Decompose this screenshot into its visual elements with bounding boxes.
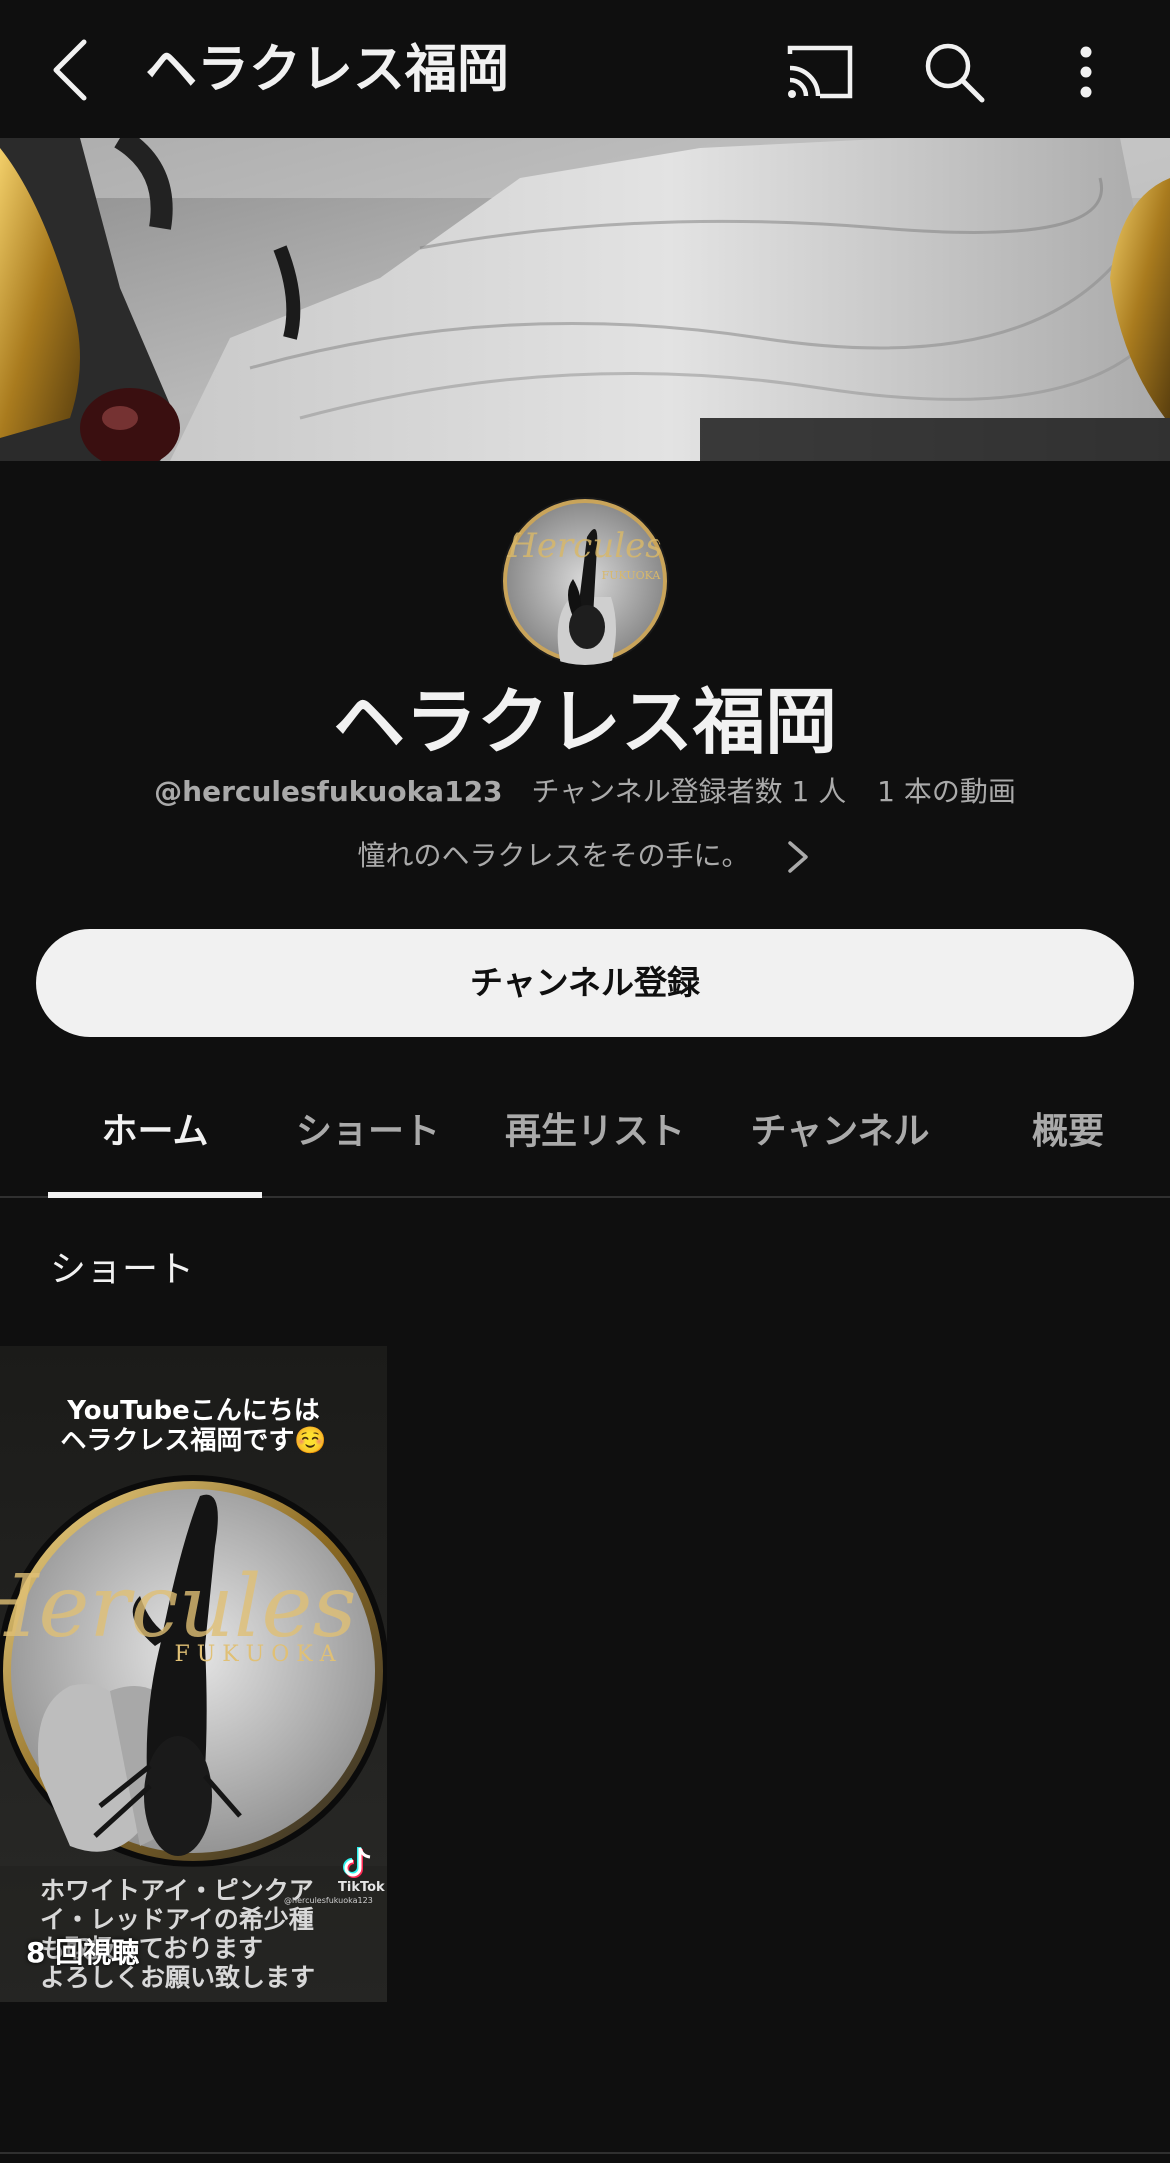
tiktok-watermark: TikTok (338, 1880, 385, 1895)
tab-channels[interactable]: チャンネル (740, 1080, 940, 1196)
channel-avatar[interactable]: Hercules FUKUOKA (501, 497, 669, 665)
tab-shorts[interactable]: ショート (280, 1080, 456, 1196)
channel-banner (0, 138, 1170, 461)
tab-playlists[interactable]: 再生リスト (490, 1080, 700, 1196)
short-caption-bottom: ホワイトアイ・ピンクア イ・レッドアイの希少種 も取扱っております よろしくお願… (40, 1876, 316, 1992)
app-bar: ヘラクレス福岡 (0, 0, 1170, 138)
tiktok-handle: @herculesfukuoka123 (284, 1896, 373, 1905)
avatar-logo-text: Hercules (506, 526, 662, 566)
more-vertical-icon[interactable] (1062, 36, 1110, 108)
back-arrow-icon[interactable] (40, 34, 104, 106)
channel-name: ヘラクレス福岡 (332, 680, 837, 764)
channel-description[interactable]: 憧れのヘラクレスをその手に。 (0, 832, 1170, 880)
subscriber-count: チャンネル登録者数 1 人 (531, 775, 847, 808)
section-title: ショート (50, 1249, 195, 1290)
video-count: 1 本の動画 (877, 775, 1016, 808)
active-tab-indicator (48, 1192, 262, 1198)
channel-tabs: ホーム ショート 再生リスト チャンネル 概要 (0, 1080, 1170, 1198)
short-view-count: 8 回視聴 (26, 1936, 140, 1969)
channel-meta: @herculesfukuoka123 チャンネル登録者数 1 人 1 本の動画 (0, 772, 1170, 812)
subscribe-button[interactable]: チャンネル登録 (36, 929, 1134, 1037)
avatar-logo-subtext: FUKUOKA (602, 569, 662, 582)
search-icon[interactable] (918, 36, 990, 108)
short-logo-subtext: F U K U O K A (174, 1642, 336, 1667)
app-bar-title: ヘラクレス福岡 (145, 40, 510, 100)
chevron-right-icon (788, 841, 809, 873)
tiktok-logo-icon (343, 1847, 371, 1878)
tab-about[interactable]: 概要 (1016, 1080, 1120, 1196)
short-caption-top: YouTubeこんにちは ヘラクレス福岡です☺️ (60, 1396, 327, 1456)
channel-handle: @herculesfukuoka123 (154, 775, 503, 808)
divider (0, 2152, 1170, 2154)
short-video-card[interactable]: Hercules F U K U O K A YouTubeこんにちは ヘラクレ… (0, 1346, 387, 2002)
cast-icon[interactable] (784, 42, 856, 102)
channel-description-text: 憧れのヘラクレスをその手に。 (357, 839, 750, 872)
tab-home[interactable]: ホーム (48, 1080, 262, 1196)
